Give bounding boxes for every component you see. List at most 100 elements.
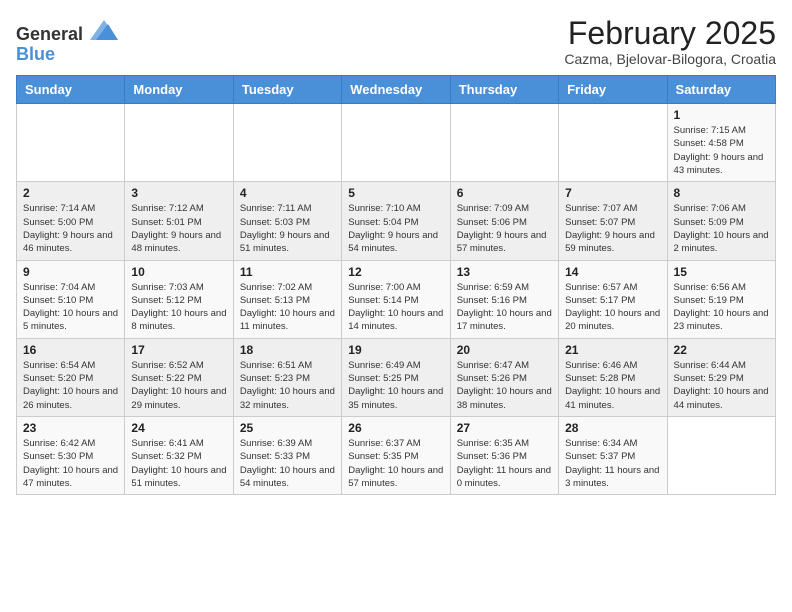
calendar-cell [559,104,667,182]
day-number: 23 [23,421,118,435]
calendar-week-3: 9 Sunrise: 7:04 AM Sunset: 5:10 PM Daylig… [17,260,776,338]
day-number: 4 [240,186,335,200]
day-number: 19 [348,343,443,357]
calendar-cell [450,104,558,182]
calendar-cell: 19 Sunrise: 6:49 AM Sunset: 5:25 PM Dayli… [342,338,450,416]
calendar-cell: 21 Sunrise: 6:46 AM Sunset: 5:28 PM Dayli… [559,338,667,416]
calendar-cell: 17 Sunrise: 6:52 AM Sunset: 5:22 PM Dayli… [125,338,233,416]
day-info: Sunrise: 6:46 AM Sunset: 5:28 PM Dayligh… [565,359,660,412]
calendar-cell: 25 Sunrise: 6:39 AM Sunset: 5:33 PM Dayli… [233,416,341,494]
calendar-week-1: 1 Sunrise: 7:15 AM Sunset: 4:58 PM Daylig… [17,104,776,182]
calendar-cell: 2 Sunrise: 7:14 AM Sunset: 5:00 PM Daylig… [17,182,125,260]
calendar-week-5: 23 Sunrise: 6:42 AM Sunset: 5:30 PM Dayli… [17,416,776,494]
day-number: 13 [457,265,552,279]
day-number: 22 [674,343,769,357]
logo-icon [90,20,118,40]
day-info: Sunrise: 6:47 AM Sunset: 5:26 PM Dayligh… [457,359,552,412]
page-header: General Blue February 2025 Cazma, Bjelov… [16,16,776,67]
day-number: 21 [565,343,660,357]
day-info: Sunrise: 7:02 AM Sunset: 5:13 PM Dayligh… [240,281,335,334]
calendar-cell [17,104,125,182]
calendar-body: 1 Sunrise: 7:15 AM Sunset: 4:58 PM Daylig… [17,104,776,495]
calendar-cell: 9 Sunrise: 7:04 AM Sunset: 5:10 PM Daylig… [17,260,125,338]
calendar-cell: 12 Sunrise: 7:00 AM Sunset: 5:14 PM Dayli… [342,260,450,338]
day-number: 14 [565,265,660,279]
day-number: 10 [131,265,226,279]
calendar-cell [342,104,450,182]
day-number: 12 [348,265,443,279]
day-number: 7 [565,186,660,200]
day-info: Sunrise: 7:12 AM Sunset: 5:01 PM Dayligh… [131,202,226,255]
calendar-table: SundayMondayTuesdayWednesdayThursdayFrid… [16,75,776,495]
calendar-subtitle: Cazma, Bjelovar-Bilogora, Croatia [564,51,776,67]
calendar-cell [233,104,341,182]
day-number: 26 [348,421,443,435]
day-info: Sunrise: 7:00 AM Sunset: 5:14 PM Dayligh… [348,281,443,334]
calendar-cell [125,104,233,182]
logo: General Blue [16,20,118,65]
day-number: 24 [131,421,226,435]
calendar-cell: 23 Sunrise: 6:42 AM Sunset: 5:30 PM Dayli… [17,416,125,494]
day-info: Sunrise: 6:41 AM Sunset: 5:32 PM Dayligh… [131,437,226,490]
day-info: Sunrise: 7:10 AM Sunset: 5:04 PM Dayligh… [348,202,443,255]
day-info: Sunrise: 7:06 AM Sunset: 5:09 PM Dayligh… [674,202,769,255]
calendar-cell: 11Sunrise: 7:02 AM Sunset: 5:13 PM Dayli… [233,260,341,338]
day-info: Sunrise: 6:57 AM Sunset: 5:17 PM Dayligh… [565,281,660,334]
day-number: 18 [240,343,335,357]
day-info: Sunrise: 6:56 AM Sunset: 5:19 PM Dayligh… [674,281,769,334]
day-info: Sunrise: 6:54 AM Sunset: 5:20 PM Dayligh… [23,359,118,412]
weekday-header-friday: Friday [559,76,667,104]
day-number: 2 [23,186,118,200]
calendar-cell [667,416,775,494]
day-info: Sunrise: 6:51 AM Sunset: 5:23 PM Dayligh… [240,359,335,412]
day-number: 1 [674,108,769,122]
calendar-cell: 26 Sunrise: 6:37 AM Sunset: 5:35 PM Dayli… [342,416,450,494]
day-info: Sunrise: 7:14 AM Sunset: 5:00 PM Dayligh… [23,202,118,255]
day-number: 15 [674,265,769,279]
calendar-cell: 1 Sunrise: 7:15 AM Sunset: 4:58 PM Daylig… [667,104,775,182]
day-number: 5 [348,186,443,200]
day-info: Sunrise: 7:03 AM Sunset: 5:12 PM Dayligh… [131,281,226,334]
day-number: 9 [23,265,118,279]
day-number: 6 [457,186,552,200]
logo-blue-text: Blue [16,44,55,64]
day-info: Sunrise: 6:37 AM Sunset: 5:35 PM Dayligh… [348,437,443,490]
day-number: 20 [457,343,552,357]
day-info: Sunrise: 6:42 AM Sunset: 5:30 PM Dayligh… [23,437,118,490]
day-number: 3 [131,186,226,200]
day-info: Sunrise: 7:15 AM Sunset: 4:58 PM Dayligh… [674,124,769,177]
calendar-cell: 6Sunrise: 7:09 AM Sunset: 5:06 PM Daylig… [450,182,558,260]
calendar-cell: 15 Sunrise: 6:56 AM Sunset: 5:19 PM Dayli… [667,260,775,338]
day-info: Sunrise: 6:49 AM Sunset: 5:25 PM Dayligh… [348,359,443,412]
day-number: 27 [457,421,552,435]
calendar-cell: 8 Sunrise: 7:06 AM Sunset: 5:09 PM Daylig… [667,182,775,260]
day-info: Sunrise: 7:11 AM Sunset: 5:03 PM Dayligh… [240,202,335,255]
day-info: Sunrise: 6:34 AM Sunset: 5:37 PM Dayligh… [565,437,660,490]
weekday-header-wednesday: Wednesday [342,76,450,104]
calendar-cell: 28 Sunrise: 6:34 AM Sunset: 5:37 PM Dayli… [559,416,667,494]
day-number: 8 [674,186,769,200]
calendar-cell: 27Sunrise: 6:35 AM Sunset: 5:36 PM Dayli… [450,416,558,494]
weekday-header-row: SundayMondayTuesdayWednesdayThursdayFrid… [17,76,776,104]
day-number: 25 [240,421,335,435]
calendar-header: SundayMondayTuesdayWednesdayThursdayFrid… [17,76,776,104]
day-info: Sunrise: 6:39 AM Sunset: 5:33 PM Dayligh… [240,437,335,490]
calendar-cell: 20 Sunrise: 6:47 AM Sunset: 5:26 PM Dayli… [450,338,558,416]
calendar-cell: 18 Sunrise: 6:51 AM Sunset: 5:23 PM Dayli… [233,338,341,416]
calendar-cell: 14 Sunrise: 6:57 AM Sunset: 5:17 PM Dayli… [559,260,667,338]
day-number: 28 [565,421,660,435]
calendar-cell: 3 Sunrise: 7:12 AM Sunset: 5:01 PM Daylig… [125,182,233,260]
calendar-cell: 4 Sunrise: 7:11 AM Sunset: 5:03 PM Daylig… [233,182,341,260]
title-block: February 2025 Cazma, Bjelovar-Bilogora, … [564,16,776,67]
weekday-header-saturday: Saturday [667,76,775,104]
weekday-header-monday: Monday [125,76,233,104]
calendar-cell: 13 Sunrise: 6:59 AM Sunset: 5:16 PM Dayli… [450,260,558,338]
day-info: Sunrise: 7:04 AM Sunset: 5:10 PM Dayligh… [23,281,118,334]
day-number: 17 [131,343,226,357]
day-info: Sunrise: 6:52 AM Sunset: 5:22 PM Dayligh… [131,359,226,412]
calendar-cell: 16 Sunrise: 6:54 AM Sunset: 5:20 PM Dayli… [17,338,125,416]
day-number: 16 [23,343,118,357]
day-info: Sunrise: 7:07 AM Sunset: 5:07 PM Dayligh… [565,202,660,255]
day-info: Sunrise: 6:59 AM Sunset: 5:16 PM Dayligh… [457,281,552,334]
weekday-header-tuesday: Tuesday [233,76,341,104]
